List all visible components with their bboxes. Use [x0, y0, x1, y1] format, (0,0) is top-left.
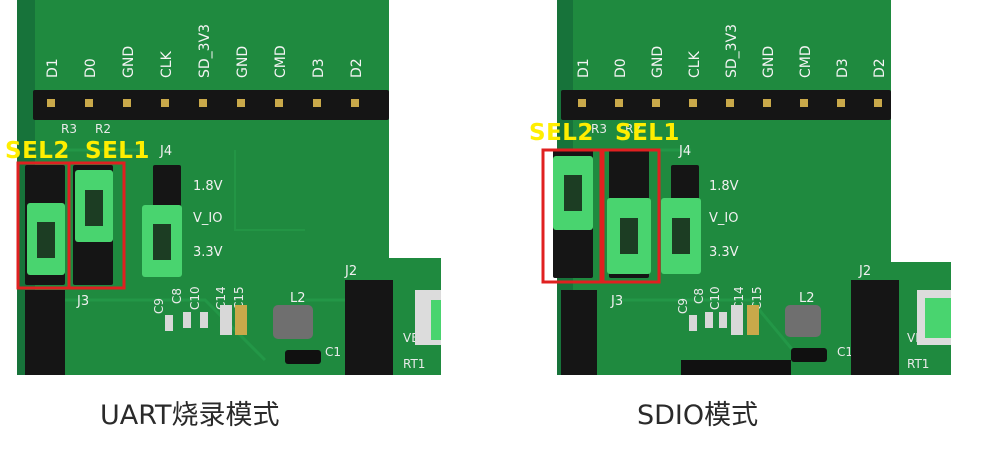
pin-label: D1 [45, 58, 61, 78]
uart-photo: D1 D0 GND CLK SD_3V3 GND CMD D3 D2 R3 R2… [5, 0, 441, 375]
svg-text:R2: R2 [95, 122, 111, 136]
svg-text:C1: C1 [325, 345, 341, 359]
svg-text:J3: J3 [76, 294, 89, 309]
svg-text:V_IO: V_IO [193, 211, 222, 226]
svg-text:C8: C8 [170, 288, 184, 304]
svg-text:V_IO: V_IO [709, 211, 738, 226]
pin-label: D1 [576, 58, 592, 78]
pin-label: D2 [349, 58, 365, 78]
svg-text:RT1: RT1 [907, 357, 929, 371]
pin-label: GND [121, 46, 137, 78]
svg-text:C8: C8 [692, 288, 706, 304]
sel2-label: SEL2 [5, 138, 70, 164]
uart-mode-caption: UART烧录模式 [100, 400, 280, 431]
svg-text:J2: J2 [344, 264, 357, 279]
pin-label: D3 [835, 58, 851, 78]
sdio-board-drawing: D1 D0 GND CLK SD_3V3 GND CMD D3 D2 R3 R2… [521, 0, 951, 375]
pin-label: GND [650, 46, 666, 78]
sel1-label: SEL1 [85, 138, 150, 164]
svg-text:C10: C10 [188, 286, 202, 310]
sel2-label: SEL2 [529, 120, 594, 146]
svg-text:3.3V: 3.3V [193, 245, 223, 260]
sdio-mode-caption: SDIO模式 [637, 400, 759, 431]
pin-label: SD_3V3 [197, 24, 213, 78]
svg-text:C9: C9 [676, 298, 690, 314]
svg-text:J4: J4 [159, 144, 172, 159]
svg-text:C1: C1 [837, 345, 853, 359]
svg-text:L2: L2 [290, 291, 306, 306]
pin-label: CLK [159, 50, 175, 78]
pin-label: SD_3V3 [724, 24, 740, 78]
pin-label: CMD [798, 45, 814, 78]
svg-text:J2: J2 [858, 264, 871, 279]
svg-text:J4: J4 [678, 144, 691, 159]
pin-label: D3 [311, 58, 327, 78]
pin-label: D2 [872, 58, 888, 78]
pin-label: CLK [687, 50, 703, 78]
svg-text:1.8V: 1.8V [709, 179, 739, 194]
sdio-photo: D1 D0 GND CLK SD_3V3 GND CMD D3 D2 R3 R2… [521, 0, 951, 375]
pin-label: GND [761, 46, 777, 78]
pin-label: CMD [273, 45, 289, 78]
pin-label: D0 [83, 58, 99, 78]
pin-label: GND [235, 46, 251, 78]
svg-text:R3: R3 [61, 122, 77, 136]
svg-text:J3: J3 [610, 294, 623, 309]
svg-text:3.3V: 3.3V [709, 245, 739, 260]
svg-text:C10: C10 [708, 286, 722, 310]
svg-text:C9: C9 [152, 298, 166, 314]
pin-label: D0 [613, 58, 629, 78]
sel1-label: SEL1 [615, 120, 680, 146]
svg-text:1.8V: 1.8V [193, 179, 223, 194]
svg-text:RT1: RT1 [403, 357, 425, 371]
uart-board-drawing: D1 D0 GND CLK SD_3V3 GND CMD D3 D2 R3 R2… [5, 0, 441, 375]
svg-text:L2: L2 [799, 291, 815, 306]
